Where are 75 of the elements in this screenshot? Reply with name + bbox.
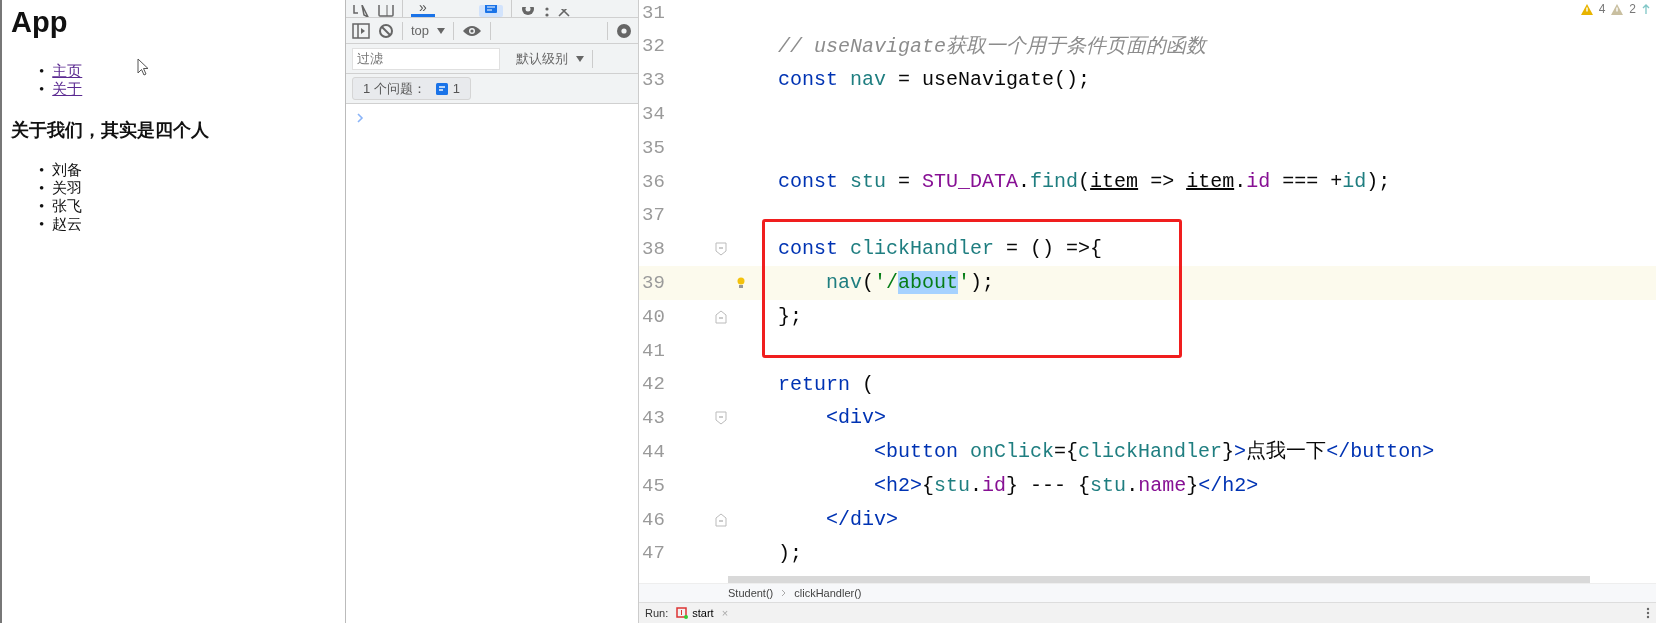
breadcrumb[interactable]: clickHandler(): [794, 584, 862, 602]
line-number: 36: [641, 169, 666, 195]
device-icon[interactable]: [378, 5, 394, 17]
code-line: // useNavigate获取一个用于条件页面的函数: [778, 33, 1207, 60]
code-line: <div>: [825, 405, 887, 432]
line-number: 40: [641, 304, 666, 330]
code-line: nav('/about');: [825, 270, 995, 297]
warning-count: 2: [1629, 1, 1636, 18]
list-item-text: 关羽: [52, 179, 83, 198]
line-number: 41: [641, 338, 666, 364]
clear-icon[interactable]: [378, 22, 394, 39]
message-icon[interactable]: [478, 5, 503, 17]
line-number: 44: [641, 440, 666, 465]
breadcrumb[interactable]: Student(): [728, 584, 774, 602]
line-number: 45: [641, 473, 666, 499]
fold-marker-icon[interactable]: [715, 310, 727, 325]
line-number: 32: [641, 34, 666, 60]
bullet: •: [39, 197, 45, 216]
eye-icon[interactable]: [462, 24, 483, 37]
bullet: •: [39, 61, 45, 80]
line-number: 46: [641, 507, 666, 533]
line-number: 42: [641, 372, 666, 398]
code-line: <button onClick={clickHandler}>点我一下</button>: [873, 439, 1435, 466]
code-line: return (: [778, 371, 875, 398]
code-line: const clickHandler = () =>{: [778, 236, 1103, 263]
nav-link[interactable]: 主页: [52, 61, 83, 80]
code-line: </div>: [825, 506, 899, 533]
nav-link[interactable]: 关于: [52, 79, 83, 98]
fold-marker-icon[interactable]: [715, 242, 727, 257]
message-icon: [435, 82, 448, 95]
line-number: 35: [641, 135, 666, 161]
line-number: 38: [641, 237, 666, 263]
line-number: 34: [641, 102, 666, 128]
run-config-icon: [676, 607, 689, 619]
code-line: const stu = STU_DATA.find(item => item.id === +id);: [778, 168, 1391, 195]
run-label: Run:: [645, 605, 669, 621]
fold-marker-icon[interactable]: [715, 411, 727, 426]
line-number: 33: [641, 68, 666, 94]
line-number: 39: [641, 271, 666, 296]
warning-count: 4: [1598, 1, 1606, 18]
bullet: •: [39, 79, 45, 98]
mouse-pointer-icon: [137, 58, 149, 76]
sidebar-icon[interactable]: [352, 22, 370, 39]
code-line: <h2>{stu.id} --- {stu.name}</h2>: [873, 473, 1259, 500]
issues-button[interactable]: 1 个问题： 1: [352, 76, 472, 101]
chevron-icon: [781, 589, 787, 597]
line-number: 31: [641, 0, 666, 26]
inspect-icon[interactable]: [352, 5, 370, 17]
code-line: const nav = useNavigate();: [778, 67, 1091, 94]
line-number: 43: [641, 406, 666, 432]
line-number: 47: [641, 541, 666, 567]
list-item-text: 刘备: [52, 161, 83, 180]
prompt-icon: [356, 112, 364, 124]
code-line: };: [778, 304, 802, 331]
fold-marker-icon[interactable]: [715, 512, 727, 527]
close-icon[interactable]: [557, 9, 570, 17]
scrollbar[interactable]: [728, 576, 1590, 583]
bullet: •: [39, 215, 45, 234]
caret-icon: [437, 27, 446, 34]
code-line: );: [778, 540, 802, 567]
bullet: •: [39, 161, 45, 180]
page-heading: 关于我们，其实是四个人: [11, 119, 210, 142]
context-select[interactable]: top: [411, 20, 446, 41]
filter-field[interactable]: 过滤: [352, 47, 500, 70]
bullet: •: [39, 179, 45, 198]
level-select[interactable]: 默认级别: [516, 48, 584, 69]
caret-icon: [576, 55, 584, 62]
list-item-text: 张飞: [52, 197, 83, 216]
line-number: 37: [641, 203, 666, 229]
lightbulb-icon[interactable]: [735, 276, 747, 291]
run-tab[interactable]: start ×: [676, 604, 729, 622]
page-title: App: [11, 5, 69, 40]
more-icon[interactable]: [543, 7, 550, 17]
list-item-text: 赵云: [52, 215, 83, 234]
more-icon[interactable]: [1646, 607, 1650, 619]
